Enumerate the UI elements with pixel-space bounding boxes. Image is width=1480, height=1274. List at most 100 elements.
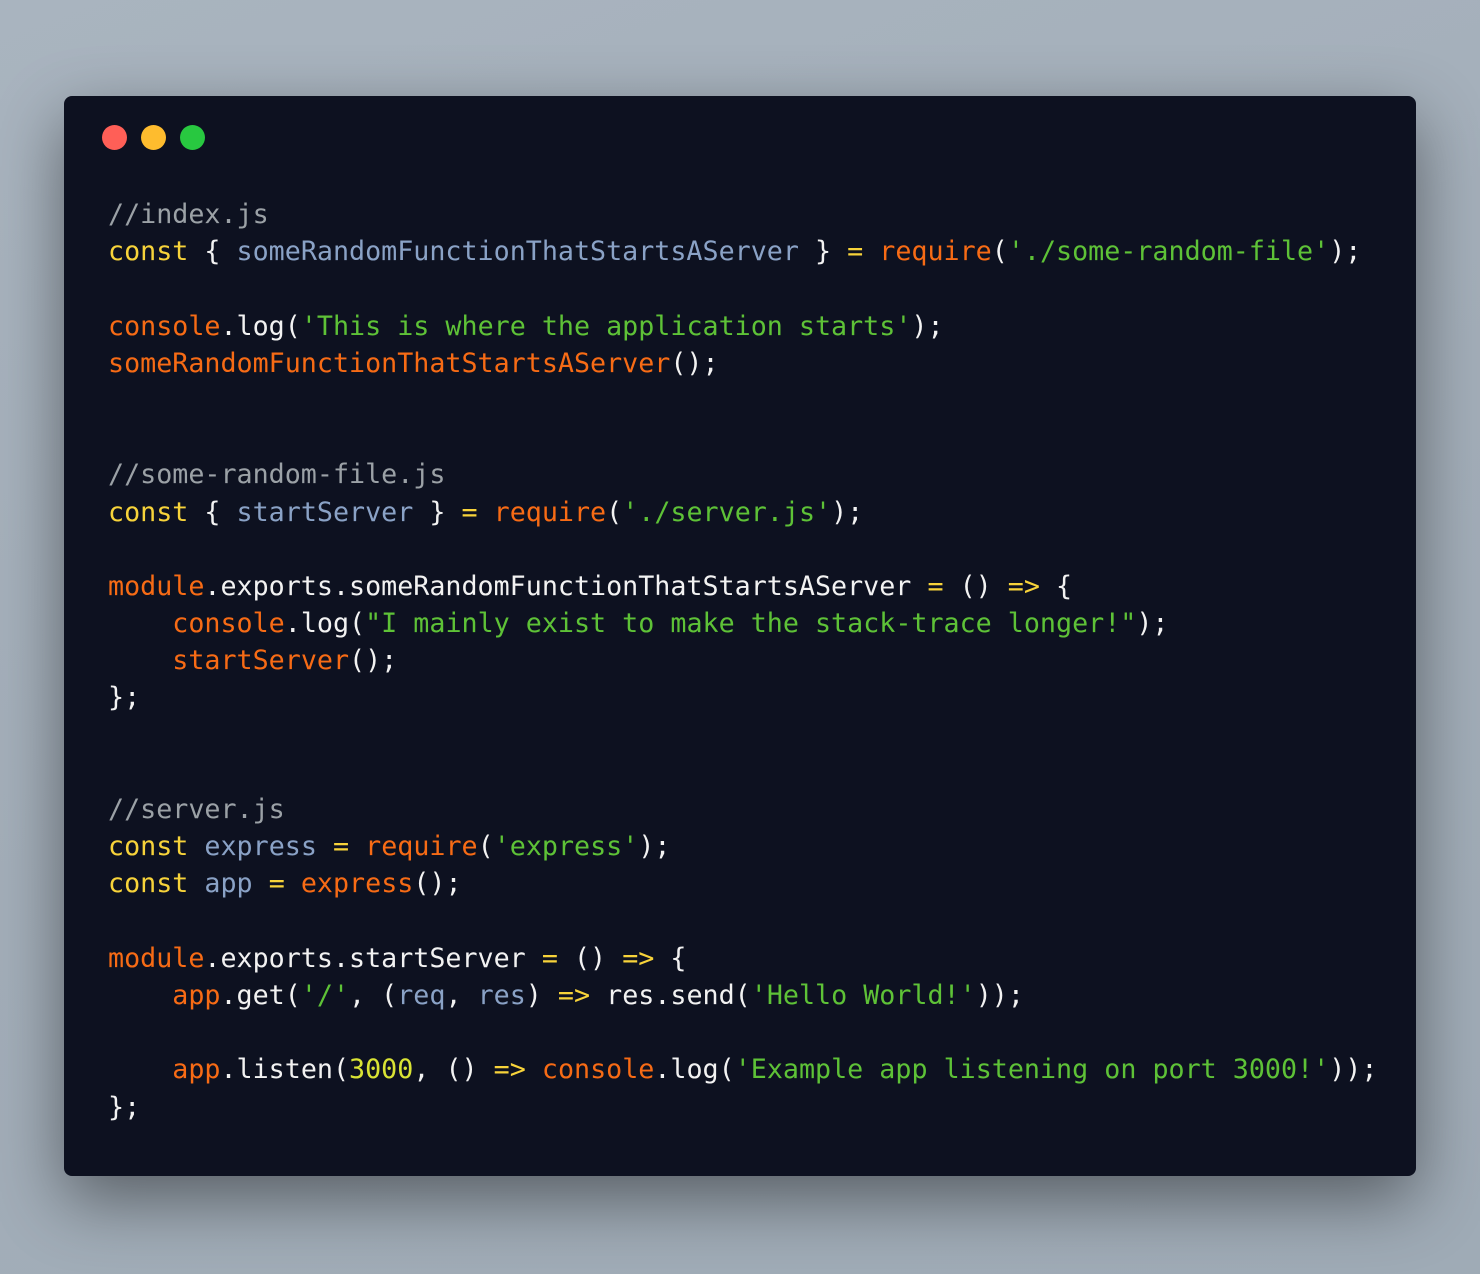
code-token-op: => [622,942,655,974]
code-token-var: app [204,868,253,900]
code-token-fn: someRandomFunctionThatStartsAServer [108,347,671,379]
code-token-str: 'express' [493,831,639,863]
code-token-num: 3000 [349,1054,414,1086]
code-token-fn: app [172,979,221,1011]
code-line: //index.js [108,196,1377,233]
code-token-plain: res.send( [590,979,751,1011]
code-token-plain: { [188,236,237,268]
code-token-var: startServer [236,496,414,528]
close-icon[interactable] [102,125,127,150]
maximize-icon[interactable] [180,125,205,150]
code-token-plain: } [798,236,848,268]
code-token-plain: ) [525,979,558,1011]
code-token-plain: , () [413,1054,494,1086]
code-token-plain: ( [606,496,623,528]
code-token-op: = [927,570,944,602]
code-token-keyword: const [108,496,189,528]
code-token-plain: ); [638,831,671,863]
minimize-icon[interactable] [141,125,166,150]
code-token-op: => [557,979,591,1011]
code-token-op: = [541,942,558,974]
code-token-fn: console [108,310,221,342]
code-window: //index.js const { someRandomFunctionThat… [64,96,1416,1176]
code-token-op: = [847,236,864,268]
code-line: console.log("I mainly exist to make the … [108,605,1377,642]
code-token-str: './server.js' [622,496,832,528]
window-controls [102,125,205,150]
code-line: }; [108,679,1377,716]
code-token-plain: )); [975,979,1024,1011]
code-token-plain: { [188,496,237,528]
code-line: //server.js [108,791,1377,828]
code-line: module.exports.someRandomFunctionThatSta… [108,568,1377,605]
code-token-plain: { [1039,570,1073,602]
code-token-plain: .log( [220,310,301,342]
code-token-op: = [461,496,478,528]
code-token-var: someRandomFunctionThatStartsAServer [236,236,799,268]
code-token-keyword: const [108,868,189,900]
code-block: //index.js const { someRandomFunctionThat… [108,196,1377,1126]
code-token-fn: module [108,942,205,974]
code-token-plain: )); [1329,1054,1378,1086]
code-token-plain: .exports.someRandomFunctionThatStartsASe… [204,570,928,602]
code-line: console.log('This is where the applicati… [108,308,1377,345]
code-token-plain: ( [991,236,1008,268]
code-token-fn: require [879,236,992,268]
code-line: const { startServer } = require('./serve… [108,494,1377,531]
code-token-plain: .get( [220,979,301,1011]
code-line: app.listen(3000, () => console.log('Exam… [108,1051,1377,1088]
code-line: //some-random-file.js [108,456,1377,493]
code-token-plain: ); [911,310,944,342]
code-token-plain: ); [1329,236,1362,268]
code-token-var: req [397,979,446,1011]
code-token-plain: ); [1136,608,1169,640]
code-token-fn: startServer [172,645,350,677]
code-token-str: './some-random-file' [1007,236,1330,268]
code-token-plain: ( [477,831,494,863]
code-token-fn: app [172,1054,221,1086]
code-token-plain: (); [349,645,398,677]
code-token-fn: module [108,570,205,602]
code-token-var: express [204,831,317,863]
code-token-plain: .exports.startServer [204,942,542,974]
code-token-plain: .listen( [220,1054,350,1086]
code-line: const express = require('express'); [108,828,1377,865]
code-token-fn: console [541,1054,655,1086]
code-line: someRandomFunctionThatStartsAServer(); [108,345,1377,382]
code-token-fn: require [365,831,478,863]
code-token-plain: () [557,942,623,974]
code-token-var: res [477,979,526,1011]
code-token-plain: () [943,570,1008,602]
code-token-comment: //server.js [108,794,285,825]
code-line: }; [108,1089,1377,1126]
code-token-fn: express [300,868,414,900]
code-token-plain: { [654,942,687,974]
code-token-str: '/' [300,979,350,1011]
code-token-op: => [493,1054,526,1086]
code-line: const { someRandomFunctionThatStartsASer… [108,233,1377,270]
code-token-str: 'Example app listening on port 3000!' [734,1054,1330,1086]
code-token-comment: //index.js [108,199,269,230]
code-token-keyword: const [108,831,189,863]
code-token-plain: }; [108,1091,141,1123]
code-token-op: = [332,831,350,863]
code-token-str: 'This is where the application starts' [300,310,912,342]
code-token-keyword: const [108,236,189,268]
code-token-plain: , ( [349,979,398,1011]
code-token-str: 'Hello World!' [750,979,976,1011]
code-line: const app = express(); [108,865,1377,902]
code-token-comment: //some-random-file.js [108,459,446,491]
